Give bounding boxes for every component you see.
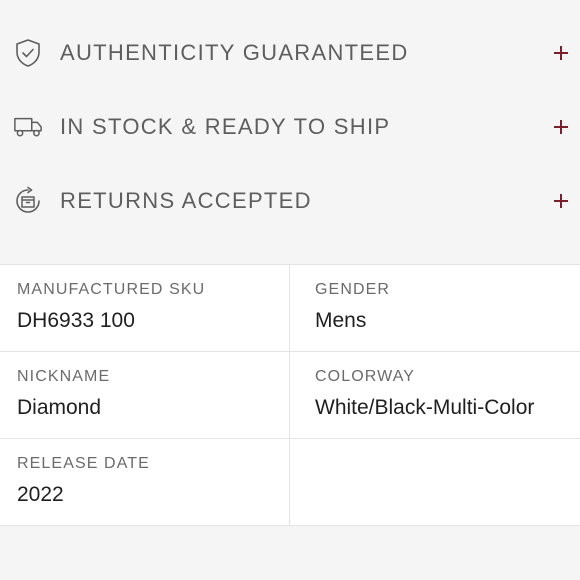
nickname-cell: NICKNAME Diamond bbox=[0, 352, 290, 438]
detail-value: Mens bbox=[315, 309, 367, 332]
details-row: RELEASE DATE 2022 bbox=[0, 439, 580, 525]
accordion-returns[interactable]: RETURNS ACCEPTED bbox=[0, 164, 580, 238]
empty-cell bbox=[290, 439, 580, 525]
details-row: MANUFACTURED SKU DH6933 100 GENDER Mens bbox=[0, 265, 580, 352]
accordion-label: RETURNS ACCEPTED bbox=[60, 188, 312, 213]
detail-value: White/Black-Multi-Color bbox=[315, 396, 535, 419]
details-row: NICKNAME Diamond COLORWAY White/Black-Mu… bbox=[0, 352, 580, 439]
plus-icon[interactable] bbox=[554, 120, 568, 134]
detail-value: DH6933 100 bbox=[17, 309, 135, 332]
detail-label: COLORWAY bbox=[315, 368, 416, 385]
accordion-shipping[interactable]: IN STOCK & READY TO SHIP bbox=[0, 90, 580, 164]
release-date-cell: RELEASE DATE 2022 bbox=[0, 439, 290, 525]
accordion-authenticity[interactable]: AUTHENTICITY GUARANTEED bbox=[0, 16, 580, 90]
product-details-table: MANUFACTURED SKU DH6933 100 GENDER Mens … bbox=[0, 264, 580, 526]
detail-value: Diamond bbox=[17, 396, 102, 419]
plus-icon[interactable] bbox=[554, 194, 568, 208]
detail-label: RELEASE DATE bbox=[17, 455, 150, 472]
shield-check-icon bbox=[13, 38, 43, 68]
return-box-icon bbox=[13, 186, 43, 216]
detail-label: MANUFACTURED SKU bbox=[17, 281, 206, 298]
plus-icon[interactable] bbox=[554, 46, 568, 60]
colorway-cell: COLORWAY White/Black-Multi-Color bbox=[290, 352, 580, 438]
truck-icon bbox=[13, 112, 43, 142]
detail-label: GENDER bbox=[315, 281, 391, 298]
gender-cell: GENDER Mens bbox=[290, 265, 580, 351]
accordion-label: IN STOCK & READY TO SHIP bbox=[60, 114, 391, 139]
product-info-panel: AUTHENTICITY GUARANTEED IN STOCK & READY… bbox=[0, 0, 580, 580]
accordion-list: AUTHENTICITY GUARANTEED IN STOCK & READY… bbox=[0, 16, 580, 238]
detail-label: NICKNAME bbox=[17, 368, 111, 385]
manufactured-sku-cell: MANUFACTURED SKU DH6933 100 bbox=[0, 265, 290, 351]
accordion-label: AUTHENTICITY GUARANTEED bbox=[60, 40, 409, 65]
detail-value: 2022 bbox=[17, 483, 64, 506]
